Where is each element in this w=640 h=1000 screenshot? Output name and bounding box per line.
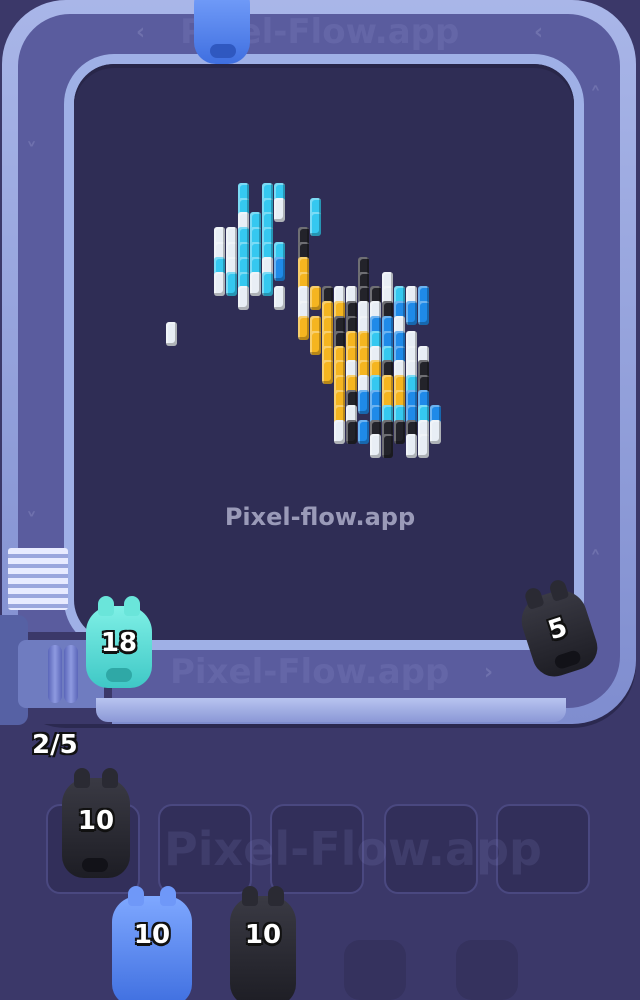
pig-ammo-count: 10 (244, 920, 282, 950)
pixel-block (382, 434, 393, 459)
pixel-block (274, 286, 285, 311)
pixel-block (334, 419, 345, 444)
pixel-block (310, 330, 321, 355)
pig-ammo-count: 18 (100, 628, 138, 658)
pixel-block (298, 316, 309, 340)
queue-slot (344, 940, 406, 1000)
pig-in-slot[interactable]: 10 (62, 768, 130, 878)
chevron-left-icon: ‹ (136, 20, 146, 45)
pixel-block (274, 256, 285, 281)
pixel-block (358, 419, 369, 444)
pixel-block (250, 271, 261, 296)
pig-ammo-count: 10 (133, 920, 171, 950)
queue-pig[interactable]: 10 (112, 886, 192, 1000)
pixel-block (430, 419, 441, 444)
pixel-block (166, 322, 177, 346)
pixel-block (262, 271, 273, 296)
chevron-down-icon: ˅ (26, 140, 37, 165)
chevron-right-icon: › (484, 660, 494, 685)
pixel-block (310, 212, 321, 237)
pig-ammo-count: 10 (77, 806, 115, 836)
slots-watermark: Pixel-Flow.app (164, 822, 542, 876)
pig-on-conveyor: 18 (86, 596, 152, 688)
pixel-block (394, 419, 405, 444)
pixel-block (322, 360, 333, 385)
launcher-roller (48, 645, 62, 703)
pig-ammo-count: 5 (544, 612, 572, 647)
game-stage: Pixel-Flow.app Pixel-Flow.app ‹ ‹ ˄ ˄ ˅ … (0, 0, 640, 1000)
queue-pig[interactable]: 10 (230, 886, 296, 1000)
track-watermark-bottom: Pixel-Flow.app (170, 652, 450, 692)
pixel-block (226, 271, 237, 296)
conveyor-bottom-rail (96, 698, 566, 722)
board-watermark: Pixel-flow.app (224, 503, 416, 531)
pixel-block (358, 390, 369, 414)
chevron-up-icon: ˄ (590, 548, 601, 573)
pixel-block (238, 286, 249, 311)
pixel-block (418, 301, 429, 326)
pixel-block (346, 419, 357, 444)
pixel-block (370, 434, 381, 459)
queue-slot (456, 940, 518, 1000)
pixel-block (406, 301, 417, 326)
chevron-up-icon: ˄ (590, 84, 601, 109)
pixel-block (214, 271, 225, 296)
pixel-block (310, 286, 321, 311)
pig-on-conveyor-top (194, 0, 250, 64)
launcher-roller (64, 645, 78, 703)
pixel-block (274, 197, 285, 222)
exit-stairs (8, 548, 68, 610)
chevron-left-icon: ‹ (534, 20, 544, 45)
pixel-block (418, 434, 429, 459)
pixel-block (406, 434, 417, 459)
conveyor-capacity: 2/5 (32, 730, 78, 760)
